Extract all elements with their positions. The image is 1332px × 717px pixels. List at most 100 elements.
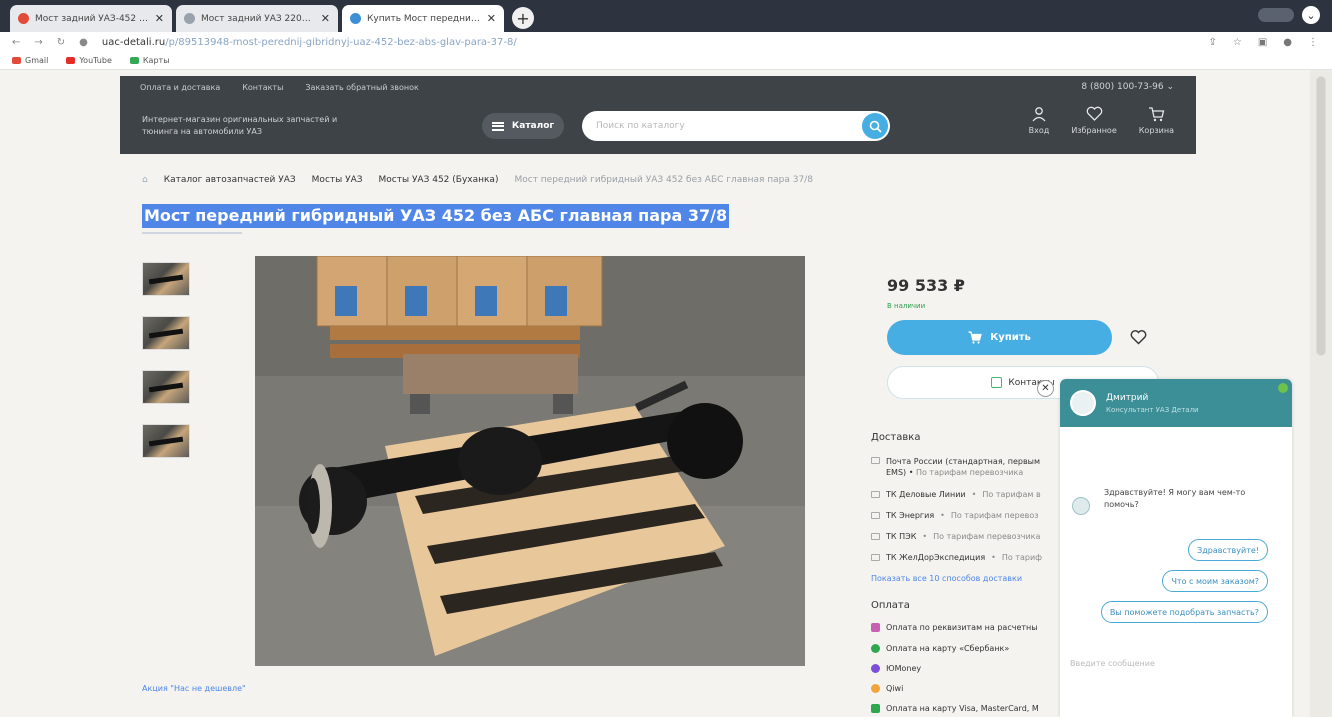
- chat-quick-reply[interactable]: Что с моим заказом?: [1162, 570, 1268, 592]
- cart-link[interactable]: Корзина: [1139, 106, 1174, 135]
- link-payment-delivery[interactable]: Оплата и доставка: [140, 83, 220, 92]
- header-top-links: Оплата и доставка Контакты Заказать обра…: [140, 83, 419, 92]
- chat-quick-reply[interactable]: Вы поможете подобрать запчасть?: [1100, 601, 1268, 623]
- delivery-note: По тарифам перевозчика: [915, 468, 1024, 477]
- browser-tab-1[interactable]: Мост задний УАЗ-452 стейсен ✕: [10, 5, 172, 32]
- url-field[interactable]: uac-detali.ru/p/89513948-most-perednij-g…: [102, 37, 517, 48]
- product-main-photo[interactable]: [255, 256, 805, 666]
- gallery-thumbnail[interactable]: [142, 424, 190, 458]
- payment-name: Оплата на карту Visa, MasterCard, M: [886, 704, 1039, 713]
- chat-agent-name: Дмитрий: [1106, 392, 1149, 403]
- search-input[interactable]: [582, 111, 842, 141]
- forward-icon[interactable]: →: [34, 37, 42, 48]
- breadcrumb-item[interactable]: Каталог автозапчастей УАЗ: [164, 175, 296, 185]
- delivery-name: ТК Деловые Линии: [886, 490, 966, 499]
- chat-quick-reply[interactable]: Здравствуйте!: [1188, 539, 1268, 561]
- add-to-favorites-button[interactable]: [1130, 330, 1147, 349]
- browser-tab-3[interactable]: Купить Мост передний гибрид ✕: [342, 5, 504, 32]
- truck-icon: [871, 533, 880, 540]
- chat-close-button[interactable]: ✕: [1037, 380, 1054, 397]
- thumbnail-axle: [148, 436, 184, 447]
- breadcrumb-item[interactable]: Мосты УАЗ: [312, 175, 363, 185]
- yoomoney-icon: [871, 664, 880, 673]
- tab-title: Купить Мост передний гибрид: [367, 13, 481, 24]
- browser-tab-2[interactable]: Мост задний УАЗ 2206 3962 Т ✕: [176, 5, 338, 32]
- search-button[interactable]: [862, 113, 888, 139]
- maps-icon: [129, 57, 139, 64]
- chevron-down-icon[interactable]: ⌄: [1302, 6, 1320, 24]
- delivery-title: Доставка: [871, 432, 921, 443]
- payment-name: ЮMoney: [886, 664, 922, 673]
- delivery-note: По тарифам перевозчика: [933, 532, 1041, 541]
- home-icon[interactable]: ⌂: [142, 175, 148, 185]
- link-callback[interactable]: Заказать обратный звонок: [305, 83, 418, 92]
- payment-option: ЮMoney: [871, 664, 1061, 673]
- promo-link[interactable]: Акция "Нас не дешевле": [142, 684, 246, 693]
- breadcrumb-item[interactable]: Мосты УАЗ 452 (Буханка): [379, 175, 499, 185]
- user-icon: [1032, 107, 1046, 122]
- login-link[interactable]: Вход: [1028, 106, 1050, 135]
- invoice-icon: [871, 623, 880, 632]
- payment-option: Qiwi: [871, 684, 1061, 693]
- profile-icon[interactable]: ●: [1283, 37, 1292, 48]
- card-icon: [871, 704, 880, 713]
- cart-label: Корзина: [1138, 126, 1174, 135]
- chat-header[interactable]: Дмитрий Консультант УАЗ Детали: [1060, 379, 1292, 427]
- tab-favicon: [184, 13, 195, 24]
- gallery-thumbnail[interactable]: [142, 316, 190, 350]
- nav-buttons: ← → ↻ ●: [12, 37, 88, 48]
- menu-icon[interactable]: ⋮: [1308, 37, 1318, 48]
- breadcrumb: ⌂ Каталог автозапчастей УАЗ Мосты УАЗ Мо…: [142, 175, 813, 185]
- tab-title: Мост задний УАЗ-452 стейсен: [35, 13, 149, 24]
- bookmark-label: YouTube: [79, 56, 112, 65]
- delivery-option: ТК Деловые Линии • По тарифам в: [871, 490, 1061, 499]
- url-path: /p/89513948-most-perednij-gibridnyj-uaz-…: [165, 36, 517, 48]
- close-icon[interactable]: ✕: [487, 12, 496, 25]
- gallery-thumbnail[interactable]: [142, 370, 190, 404]
- bookmark-star-icon[interactable]: ☆: [1233, 37, 1242, 48]
- delivery-note: По тарифам в: [982, 490, 1041, 499]
- chat-agent-info: Дмитрий Консультант УАЗ Детали: [1106, 393, 1199, 414]
- share-icon[interactable]: ⇪: [1208, 37, 1216, 48]
- new-tab-button[interactable]: +: [512, 7, 534, 29]
- delivery-option: ТК Энергия • По тарифам перевоз: [871, 511, 1061, 520]
- chat-input[interactable]: Введите сообщение: [1070, 659, 1155, 668]
- address-bar: ← → ↻ ● uac-detali.ru/p/89513948-most-pe…: [0, 32, 1332, 52]
- scrollbar-thumb[interactable]: [1316, 76, 1326, 356]
- payment-name: Оплата по реквизитам на расчетны: [886, 623, 1038, 632]
- cart-icon: [1148, 107, 1165, 122]
- gallery-thumbnail[interactable]: [142, 262, 190, 296]
- profile-pill[interactable]: [1258, 8, 1294, 22]
- site-header: Оплата и доставка Контакты Заказать обра…: [120, 76, 1196, 154]
- menu-icon: [491, 121, 504, 131]
- back-icon[interactable]: ←: [12, 37, 20, 48]
- tab-favicon: [18, 13, 29, 24]
- link-contacts[interactable]: Контакты: [242, 83, 283, 92]
- thumbnail-axle: [148, 328, 184, 339]
- bookmark-youtube[interactable]: YouTube: [66, 56, 112, 65]
- sidebar-icon[interactable]: ▣: [1258, 37, 1267, 48]
- show-all-delivery-link[interactable]: Показать все 10 способов доставки: [871, 574, 1022, 583]
- heart-icon: [1130, 330, 1147, 345]
- catalog-button[interactable]: Каталог: [482, 113, 564, 139]
- bookmark-maps[interactable]: Карты: [129, 56, 170, 65]
- delivery-name: ТК Энергия: [886, 511, 935, 520]
- close-icon[interactable]: ✕: [321, 12, 330, 25]
- heart-icon: [1086, 106, 1102, 121]
- gallery-thumbnails: [142, 262, 190, 458]
- truck-icon: [871, 554, 880, 561]
- page-scrollbar[interactable]: [1310, 70, 1332, 717]
- avatar: [1072, 497, 1090, 515]
- product-title: Мост передний гибридный УАЗ 452 без АБС …: [142, 204, 730, 228]
- search-icon: [869, 120, 882, 133]
- lock-icon: ●: [79, 36, 88, 48]
- buy-button[interactable]: Купить: [887, 320, 1112, 355]
- delivery-name: Почта России (стандартная, первым: [886, 457, 1041, 466]
- close-icon[interactable]: ✕: [155, 12, 164, 25]
- favorites-link[interactable]: Избранное: [1071, 106, 1117, 135]
- reload-icon[interactable]: ↻: [57, 37, 65, 48]
- bookmark-gmail[interactable]: Gmail: [12, 56, 48, 65]
- login-label: Вход: [1028, 126, 1050, 135]
- header-phone[interactable]: 8 (800) 100-73-96 ⌄: [1081, 82, 1174, 92]
- bookmarks-bar: Gmail YouTube Карты: [0, 52, 1332, 70]
